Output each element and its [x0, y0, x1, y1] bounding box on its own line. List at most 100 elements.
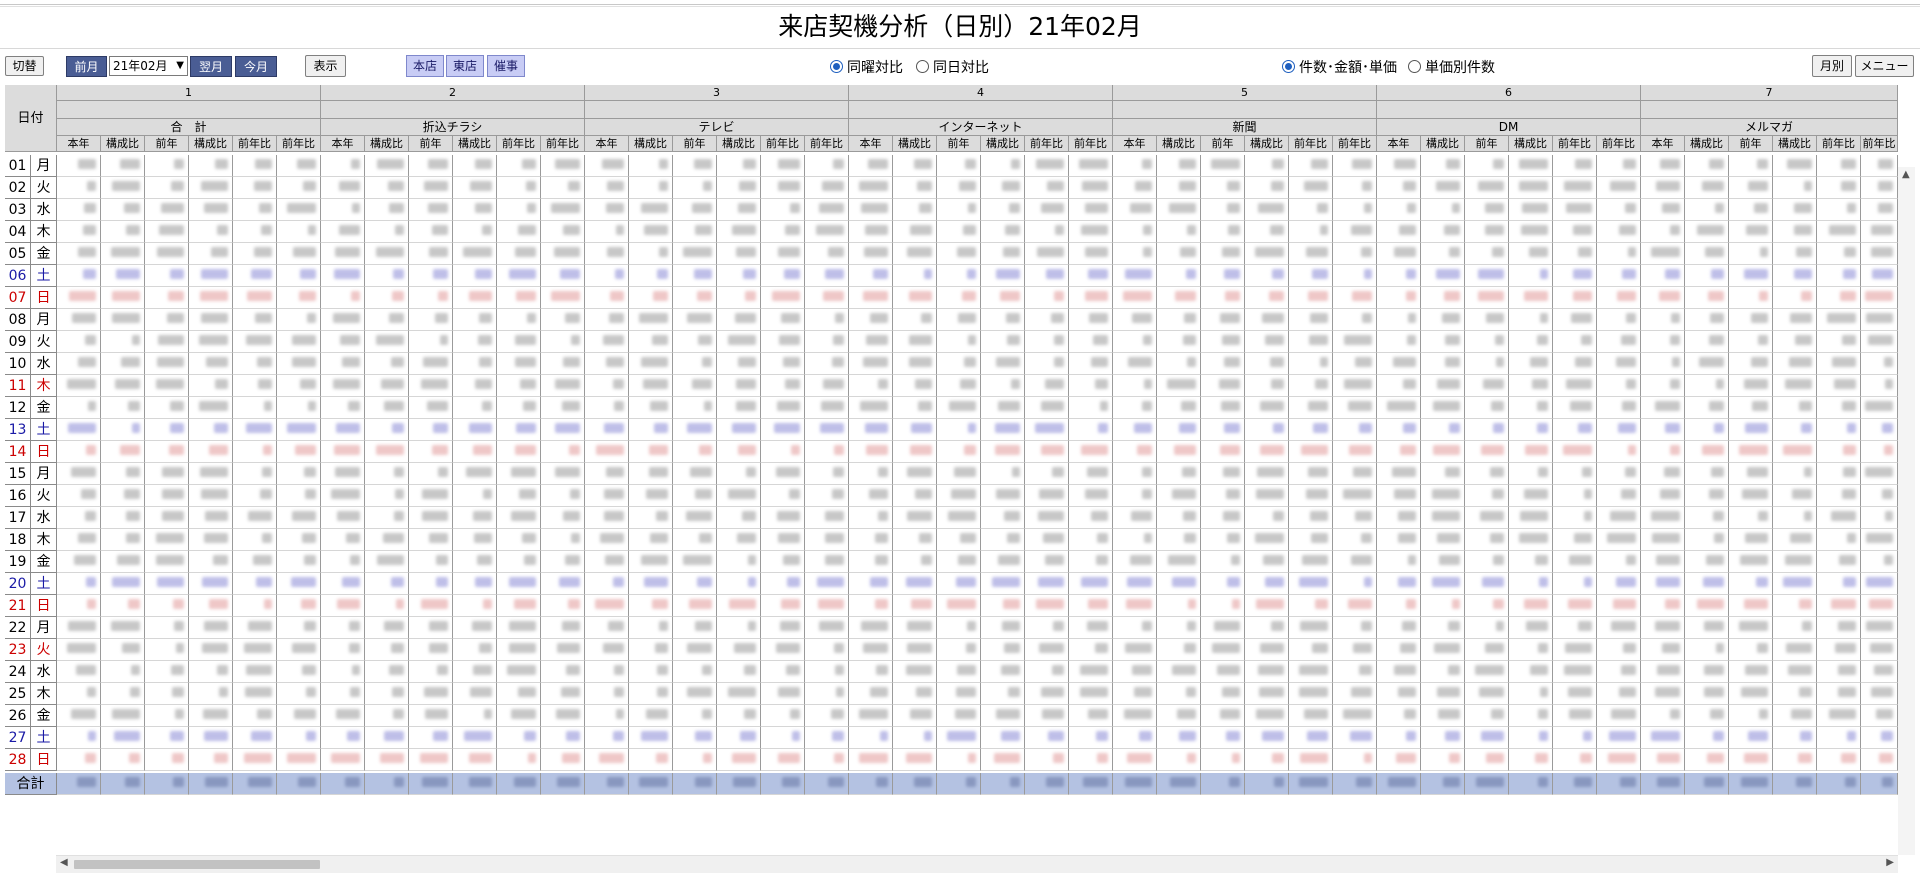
radio-count-amount[interactable]: 件数･金額･単価 [1282, 58, 1397, 78]
redacted-value [1745, 423, 1768, 433]
table-cell [1421, 221, 1465, 243]
table-cell [57, 155, 101, 177]
vertical-scrollbar[interactable]: ▲ [1898, 167, 1915, 855]
radio-same-day[interactable]: 同日対比 [916, 58, 989, 78]
redacted-value [1169, 203, 1196, 213]
table-cell [365, 529, 409, 551]
redacted-value [474, 533, 492, 543]
table-cell [1201, 419, 1245, 441]
table-cell [1729, 331, 1773, 353]
row-day-number: 26 [5, 705, 31, 727]
table-cell [1509, 375, 1553, 397]
redacted-value [1651, 731, 1680, 741]
this-month-button[interactable]: 今月 [235, 56, 277, 77]
radio-same-weekday[interactable]: 同曜対比 [830, 58, 903, 78]
table-cell [1861, 419, 1898, 441]
table-cell [1553, 419, 1597, 441]
table-cell [1817, 177, 1861, 199]
table-cell [145, 705, 189, 727]
table-cell [1025, 507, 1069, 529]
scroll-right-icon[interactable]: ▶ [1886, 857, 1894, 868]
redacted-value [204, 621, 228, 631]
next-month-button[interactable]: 翌月 [190, 56, 232, 77]
row-day-number: 12 [5, 397, 31, 419]
redacted-value [1273, 511, 1284, 521]
scroll-left-icon[interactable]: ◀ [60, 857, 68, 868]
redacted-value [907, 621, 932, 631]
redacted-value [955, 709, 976, 719]
redacted-value [483, 489, 492, 499]
horizontal-scrollbar[interactable]: ◀ ▶ [56, 855, 1898, 873]
redacted-value [1096, 555, 1108, 565]
table-cell [1113, 463, 1157, 485]
table-cell [717, 287, 761, 309]
redacted-value [609, 313, 624, 323]
redacted-value [523, 401, 536, 411]
prev-month-button[interactable]: 前月 [66, 56, 107, 77]
redacted-value [1126, 599, 1152, 609]
month-select[interactable]: 21年02月 ▼ [109, 56, 188, 76]
table-cell [1817, 331, 1861, 353]
table-cell [1773, 419, 1817, 441]
table-cell [1597, 309, 1641, 331]
redacted-value [1841, 181, 1856, 191]
redacted-value [957, 247, 976, 257]
table-cell [1729, 155, 1773, 177]
menu-button[interactable]: メニュー [1855, 55, 1914, 77]
redacted-value [787, 577, 800, 587]
redacted-value [1362, 313, 1372, 323]
redacted-value [132, 335, 140, 345]
table-cell [1069, 441, 1113, 463]
redacted-value [1272, 159, 1284, 169]
redacted-value [1439, 555, 1460, 565]
redacted-value [1091, 511, 1108, 521]
table-cell [365, 353, 409, 375]
redacted-value [156, 379, 184, 389]
table-cell [1729, 397, 1773, 419]
table-cell [277, 287, 321, 309]
redacted-value [1085, 489, 1108, 499]
table-cell [1553, 683, 1597, 705]
table-cell [453, 705, 497, 727]
scroll-up-icon[interactable]: ▲ [1902, 169, 1910, 180]
redacted-value [292, 335, 316, 345]
redacted-value [1187, 753, 1196, 763]
radio-price-count[interactable]: 単価別件数 [1408, 58, 1495, 78]
table-cell [673, 617, 717, 639]
redacted-value [738, 203, 756, 213]
store-button-higashi[interactable]: 東店 [446, 55, 484, 77]
table-cell [541, 177, 585, 199]
table-cell [1861, 309, 1898, 331]
table-cell [1729, 375, 1773, 397]
row-day-number: 02 [5, 177, 31, 199]
redacted-value [176, 643, 184, 653]
top-border [0, 4, 1920, 5]
table-cell [1817, 595, 1861, 617]
scrollbar-thumb[interactable] [74, 860, 320, 869]
redacted-value [128, 401, 140, 411]
table-cell [585, 177, 629, 199]
redacted-value [169, 445, 184, 455]
redacted-value [482, 225, 492, 235]
store-button-honten[interactable]: 本店 [406, 55, 444, 77]
sub-column-header: 構成比 [1509, 136, 1553, 152]
redacted-value [1479, 687, 1504, 697]
table-cell [1509, 441, 1553, 463]
table-cell [145, 617, 189, 639]
table-cell [101, 595, 145, 617]
store-button-saiji[interactable]: 催事 [487, 55, 525, 77]
redacted-value [1010, 777, 1020, 787]
redacted-value [1097, 533, 1108, 543]
table-cell [893, 419, 937, 441]
redacted-value [1403, 423, 1416, 433]
sub-column-header: 前年 [1201, 136, 1245, 152]
show-button[interactable]: 表示 [305, 55, 346, 77]
table-cell [409, 221, 453, 243]
monthly-button[interactable]: 月別 [1812, 55, 1852, 77]
redacted-value [253, 555, 272, 565]
sub-column-header: 本年 [849, 136, 893, 152]
switch-button[interactable]: 切替 [5, 56, 44, 76]
table-cell [1113, 529, 1157, 551]
table-cell [937, 331, 981, 353]
redacted-value [1351, 555, 1372, 565]
